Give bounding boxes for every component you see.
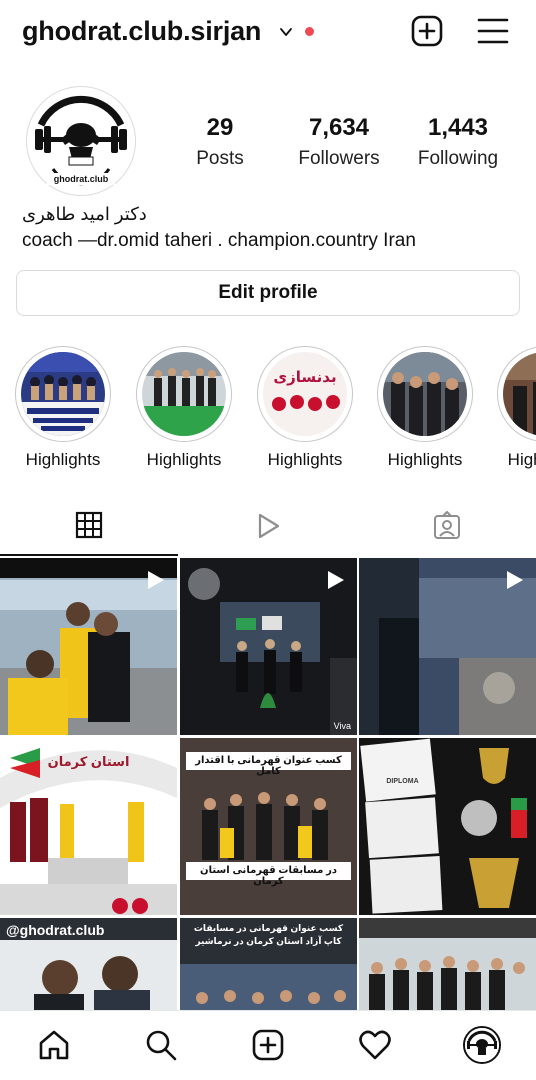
nav-profile[interactable] xyxy=(462,1025,502,1065)
highlight-label: Highlights xyxy=(25,450,101,469)
posts-label: Posts xyxy=(196,148,244,169)
home-icon xyxy=(39,1030,69,1060)
tab-posts-grid[interactable] xyxy=(0,496,178,556)
post-caption: DIPLOMA xyxy=(386,778,419,785)
nav-activity[interactable] xyxy=(355,1025,395,1065)
highlight-cover-image xyxy=(503,352,536,436)
top-bar: ghodrat.club.sirjan xyxy=(0,0,536,68)
highlight-label: Highlights xyxy=(387,450,463,469)
post-thumbnail[interactable]: کسب عنوان قهرمانی در مسابقات کاپ آزاد اس… xyxy=(180,918,357,1010)
highlight-item[interactable]: Highlights xyxy=(134,346,234,470)
following-stat[interactable]: 1,443 Following xyxy=(398,114,518,170)
nav-home[interactable] xyxy=(34,1025,74,1065)
reels-icon xyxy=(258,513,280,539)
highlight-item[interactable]: بدنسازی Highlights xyxy=(255,346,355,470)
posts-stat[interactable]: 29 Posts xyxy=(160,114,280,170)
post-thumbnail[interactable] xyxy=(359,918,536,1010)
club-logo-image xyxy=(465,1028,499,1062)
following-count: 1,443 xyxy=(427,114,489,141)
profile-tabs xyxy=(0,496,536,556)
nav-search[interactable] xyxy=(141,1025,181,1065)
post-grid: Viva استان کرمان کسب عنوان قهرمانی با اق… xyxy=(0,558,536,1010)
highlight-cover-image: بدنسازی xyxy=(263,352,347,436)
reel-indicator-icon xyxy=(148,571,164,589)
highlight-label: Highlights xyxy=(507,450,536,469)
edit-profile-button[interactable]: Edit profile xyxy=(16,270,520,316)
post-thumbnail[interactable]: Viva xyxy=(180,558,357,735)
tab-reels[interactable] xyxy=(179,496,357,556)
reel-indicator-icon xyxy=(507,571,523,589)
post-image xyxy=(359,738,536,915)
post-caption: @ghodrat.club xyxy=(6,922,105,938)
posts-count: 29 xyxy=(206,114,234,141)
highlight-ring xyxy=(497,346,536,442)
highlight-label: Highlights xyxy=(146,450,222,469)
menu-icon[interactable] xyxy=(476,14,510,48)
chevron-down-icon[interactable] xyxy=(278,24,294,40)
post-thumbnail[interactable]: استان کرمان xyxy=(0,738,177,915)
highlight-ring xyxy=(136,346,232,442)
followers-label: Followers xyxy=(298,148,380,169)
post-thumbnail[interactable]: کسب عنوان قهرمانی با اقتدار کامل در مساب… xyxy=(180,738,357,915)
logo-text: ghodrat.club xyxy=(54,174,109,184)
post-image xyxy=(359,918,536,1010)
club-logo-image: ghodrat.club xyxy=(33,93,129,189)
profile-bio: coach —dr.omid taheri . champion.country… xyxy=(22,230,416,251)
activity-icon xyxy=(359,1030,391,1060)
create-icon xyxy=(252,1029,284,1061)
highlight-cover-image xyxy=(142,352,226,436)
post-caption: کسب عنوان قهرمانی در مسابقات کاپ آزاد اس… xyxy=(193,923,344,946)
highlight-ring xyxy=(377,346,473,442)
post-caption: استان کرمان xyxy=(47,754,130,769)
post-caption-top: کسب عنوان قهرمانی با اقتدار کامل xyxy=(195,755,342,777)
search-icon xyxy=(146,1030,177,1061)
grid-icon xyxy=(75,511,103,539)
notification-dot xyxy=(305,27,314,36)
highlight-label: Highlights xyxy=(267,450,343,469)
post-caption-bottom: در مسابقات قهرمانی استان کرمان xyxy=(200,865,337,887)
nav-create[interactable] xyxy=(248,1025,288,1065)
post-thumbnail[interactable] xyxy=(0,558,177,735)
highlight-overlay-text: بدنسازی xyxy=(273,368,336,386)
post-thumbnail[interactable]: @ghodrat.club xyxy=(0,918,177,1010)
profile-full-name: دکتر امید طاهری xyxy=(22,204,147,224)
tab-tagged[interactable] xyxy=(358,496,536,556)
profile-username[interactable]: ghodrat.club.sirjan xyxy=(22,16,261,47)
bottom-navigation xyxy=(0,1010,536,1080)
reel-indicator-icon xyxy=(328,571,344,589)
tagged-icon xyxy=(434,511,460,539)
profile-avatar[interactable]: ghodrat.club xyxy=(26,86,136,196)
highlight-ring: بدنسازی xyxy=(257,346,353,442)
new-post-icon[interactable] xyxy=(410,14,444,48)
highlight-cover-image xyxy=(383,352,467,436)
highlight-cover-image xyxy=(21,352,105,436)
highlight-item[interactable]: Highlights xyxy=(495,346,536,470)
followers-count: 7,634 xyxy=(308,114,370,141)
highlight-item[interactable]: Highlights xyxy=(13,346,113,470)
highlight-item[interactable]: Highlights xyxy=(375,346,475,470)
post-watermark: Viva xyxy=(333,721,351,731)
followers-stat[interactable]: 7,634 Followers xyxy=(279,114,399,170)
following-label: Following xyxy=(417,148,499,169)
story-highlights: Highlights Highlights بدنسازی Highlights xyxy=(0,346,536,476)
post-thumbnail[interactable] xyxy=(359,558,536,735)
highlight-ring xyxy=(15,346,111,442)
profile-avatar xyxy=(463,1026,501,1064)
post-thumbnail[interactable]: DIPLOMA xyxy=(359,738,536,915)
